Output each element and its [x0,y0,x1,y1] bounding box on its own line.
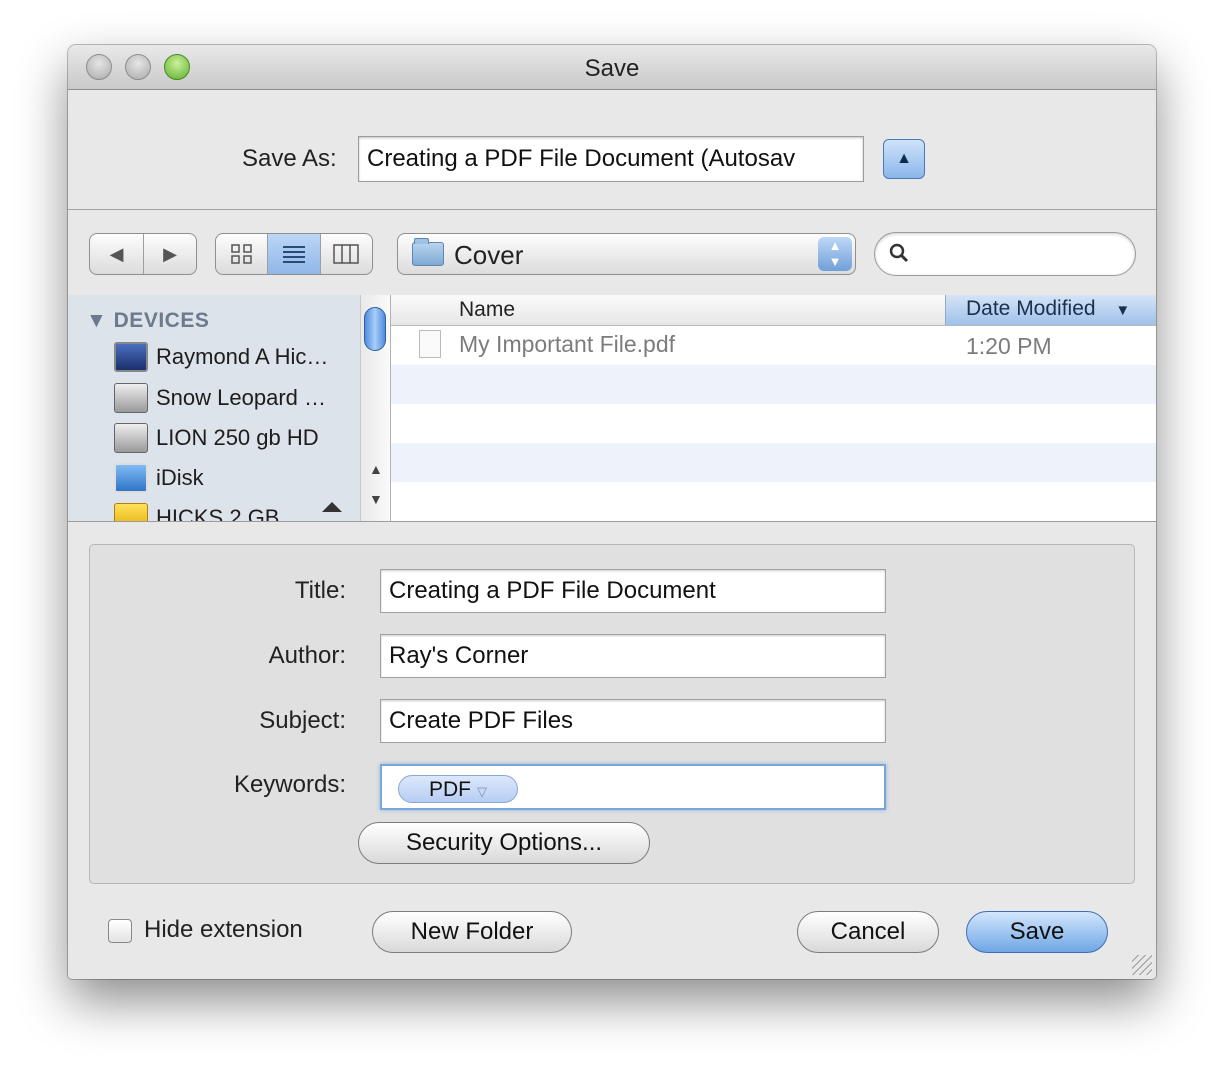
sidebar-item-idisk[interactable]: iDisk [114,462,204,494]
sidebar-item-hicks[interactable]: HICKS 2 GB [114,502,279,521]
keyword-token[interactable]: PDF ▽ [398,775,518,803]
location-name: Cover [454,240,524,270]
save-button[interactable]: Save [966,911,1108,953]
token-menu-caret-icon: ▽ [477,784,487,799]
file-row[interactable]: My Important File.pdf 1:20 PM [391,326,1156,365]
hide-extension-checkbox[interactable] [108,919,132,943]
list-icon [282,246,305,263]
keywords-field[interactable]: PDF ▽ [380,764,886,810]
keywords-label: Keywords: [233,771,346,798]
save-dialog: Save Save As: Creating a PDF File Docume… [68,45,1156,979]
file-browser: ▼ DEVICES Raymond A Hic… Snow Leopard … … [68,295,1156,522]
view-mode-selector [215,233,373,275]
columns-icon [333,244,360,264]
column-view-button[interactable] [319,234,372,274]
popup-arrows-icon: ▲ ▼ [818,237,852,271]
file-date: 1:20 PM [966,333,1052,359]
cancel-button[interactable]: Cancel [797,911,939,953]
hide-extension-label[interactable]: Hide extension [144,916,303,944]
scroll-thumb[interactable] [364,307,386,351]
save-as-label: Save As: [242,145,337,172]
sidebar-item-snow-leopard[interactable]: Snow Leopard … [114,382,326,414]
usb-drive-icon [114,503,148,521]
pdf-file-icon [419,330,441,358]
expand-dialog-button[interactable]: ▲ [883,139,925,179]
search-field[interactable] [874,232,1136,276]
empty-row [391,443,1156,482]
security-options-button[interactable]: Security Options... [358,822,650,864]
subject-field[interactable]: Create PDF Files [380,699,886,743]
list-view-button[interactable] [267,234,320,274]
folder-icon [412,238,444,266]
column-header-date-modified[interactable]: Date Modified ▼ [945,295,1156,325]
sidebar-scrollbar[interactable]: ▲ ▼ [360,295,391,521]
sidebar-item-label: Snow Leopard … [156,385,326,410]
divider [68,209,1156,210]
title-label: Title: [294,577,346,604]
scroll-up-arrow-icon[interactable]: ▲ [369,461,383,477]
hard-drive-icon [114,383,148,413]
sidebar-item-label: HICKS 2 GB [156,505,280,521]
file-list: Name Date Modified ▼ My Important File.p… [391,295,1156,521]
grid-icon [230,244,252,264]
resize-grip-icon[interactable] [1132,955,1152,975]
triangle-up-icon: ▲ [896,150,912,167]
icon-view-button[interactable] [216,234,267,274]
author-label: Author: [268,642,346,669]
location-popup[interactable]: Cover ▲ ▼ [397,233,856,275]
empty-row [391,482,1156,521]
history-navigation: ◀ ▶ [89,233,197,275]
back-arrow-icon: ◀ [109,243,124,264]
sidebar-item-raymond[interactable]: Raymond A Hic… [114,341,328,373]
empty-row [391,404,1156,443]
column-header-name[interactable]: Name [459,298,515,322]
sidebar-section-devices[interactable]: ▼ DEVICES [86,309,209,333]
save-as-field[interactable]: Creating a PDF File Document (Autosav [358,136,864,182]
scroll-down-arrow-icon[interactable]: ▼ [369,491,383,507]
sidebar-item-label: Raymond A Hic… [156,344,329,369]
disclosure-triangle-icon: ▼ [86,309,108,332]
subject-label: Subject: [259,707,346,734]
forward-arrow-icon: ▶ [163,243,177,264]
pdf-properties-panel: Title: Creating a PDF File Document Auth… [89,544,1135,884]
forward-button[interactable]: ▶ [142,234,196,274]
new-folder-button[interactable]: New Folder [372,911,572,953]
column-header: Name Date Modified ▼ [391,295,1156,326]
back-button[interactable]: ◀ [90,234,143,274]
sidebar-item-label: LION 250 gb HD [156,425,319,450]
imac-icon [114,342,148,372]
file-name: My Important File.pdf [459,331,676,357]
search-icon [889,243,909,263]
title-field[interactable]: Creating a PDF File Document [380,569,886,613]
window-title: Save [584,55,640,82]
sidebar-item-lion[interactable]: LION 250 gb HD [114,422,319,454]
sidebar: ▼ DEVICES Raymond A Hic… Snow Leopard … … [68,295,360,521]
title-bar: Save [68,45,1156,90]
sort-descending-icon: ▼ [1115,302,1131,319]
eject-icon[interactable] [322,502,342,512]
idisk-icon [114,463,148,493]
empty-row [391,365,1156,404]
hard-drive-icon [114,423,148,453]
author-field[interactable]: Ray's Corner [380,634,886,678]
sidebar-item-label: iDisk [156,465,204,490]
